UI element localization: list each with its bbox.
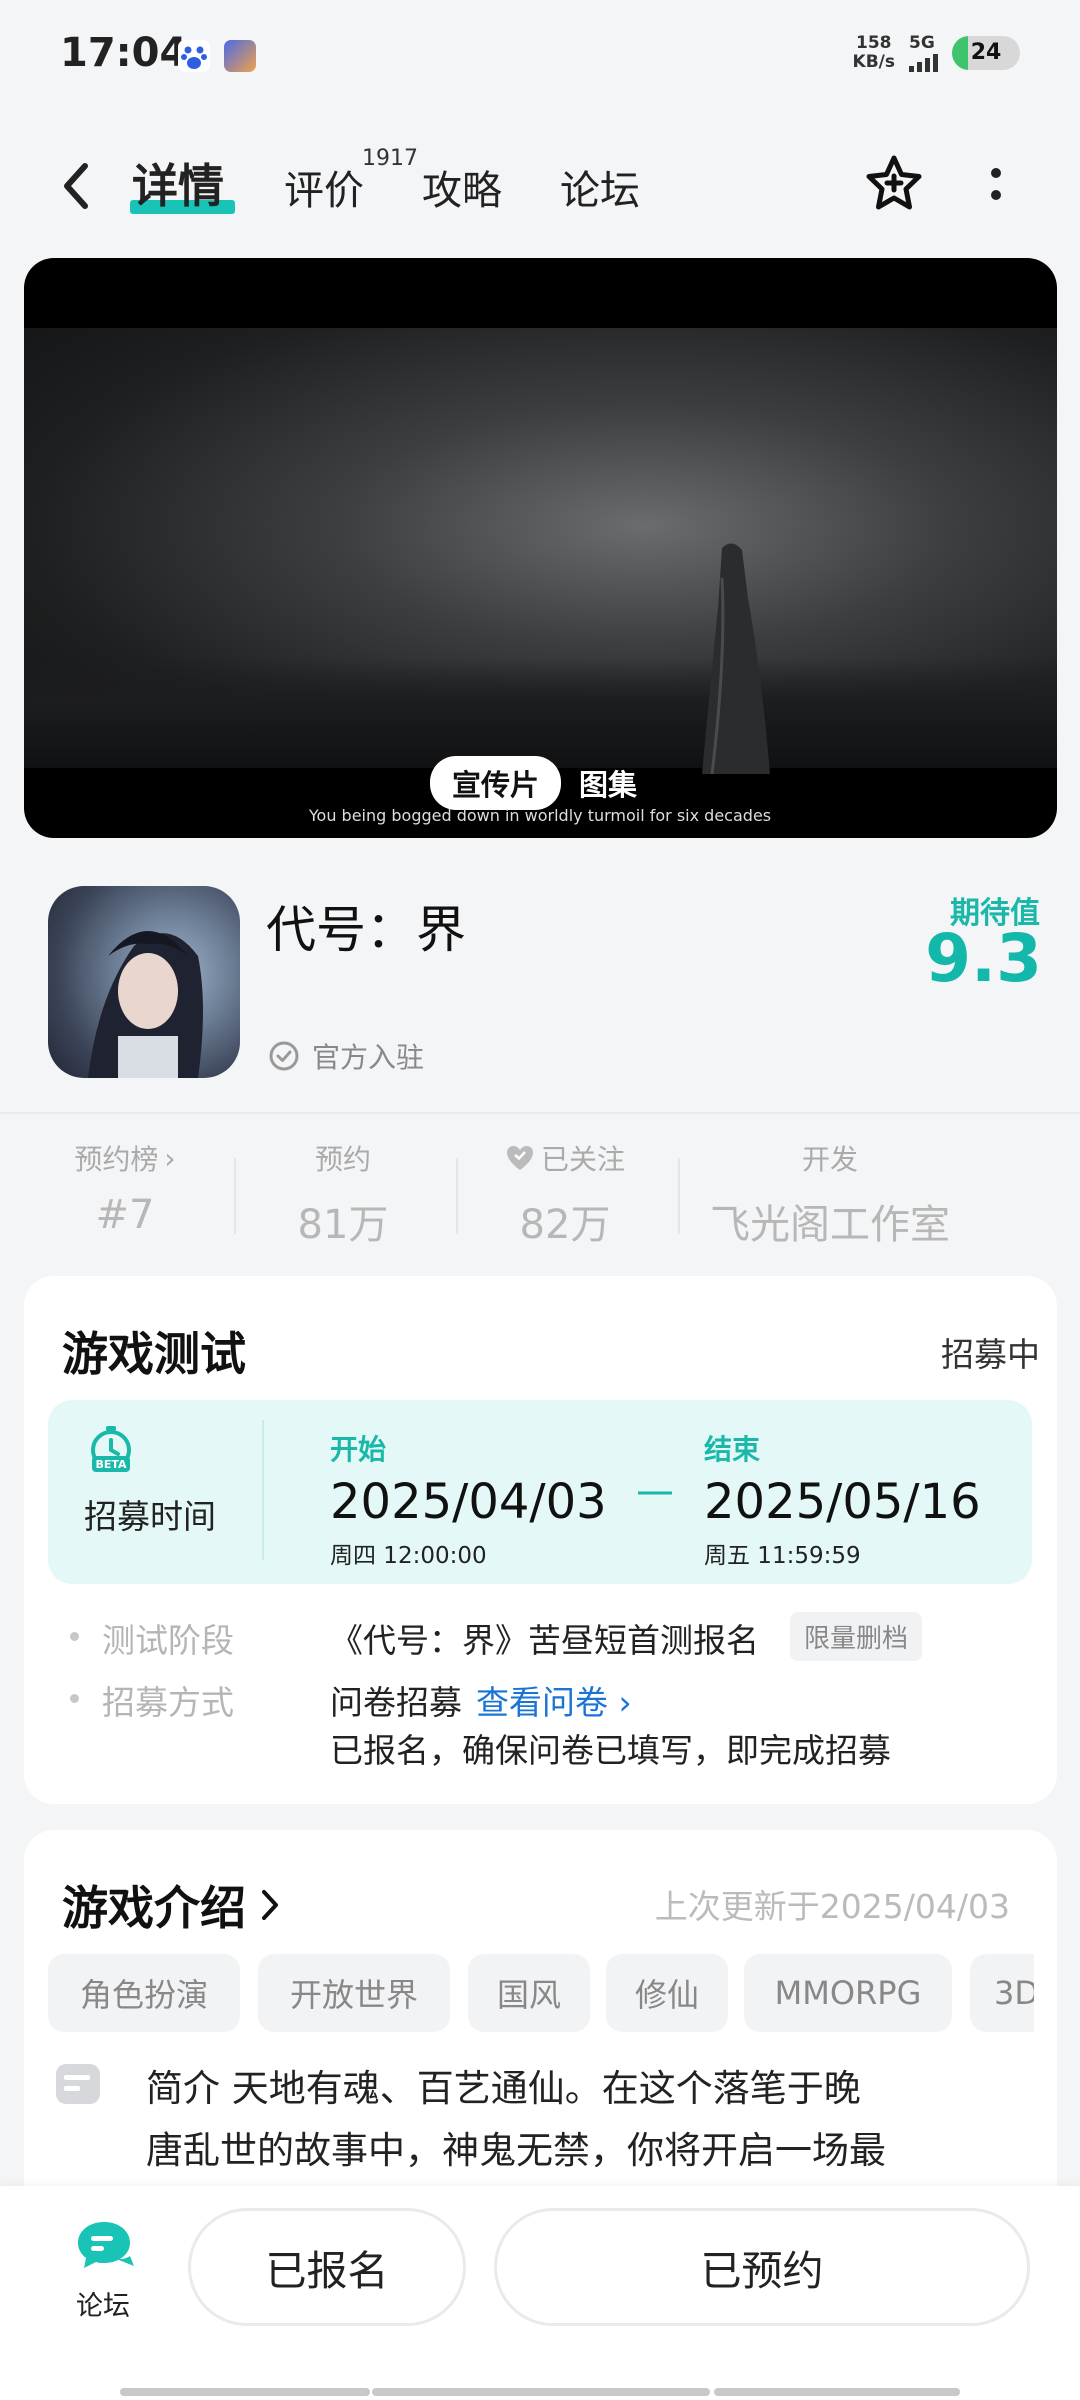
gallery-tab[interactable]: 图集: [579, 762, 637, 804]
stat-followers[interactable]: 已关注 82万: [480, 1138, 650, 1250]
tab-guides[interactable]: 攻略: [422, 158, 502, 216]
nav-indicator: [714, 2388, 960, 2396]
status-time: 17:04: [60, 30, 188, 76]
stat-separator: [234, 1158, 236, 1234]
view-questionnaire-link[interactable]: 查看问卷 ›: [476, 1676, 632, 1724]
game-icon: [48, 886, 240, 1078]
stat-separator: [678, 1158, 680, 1234]
media-toggle: 宣传片 图集: [430, 756, 637, 810]
intro-text-icon: [54, 2062, 102, 2106]
promo-video-player[interactable]: [24, 258, 1057, 838]
video-figure: [702, 543, 770, 775]
time-box-separator: [262, 1420, 264, 1560]
heart-icon: [506, 1146, 533, 1170]
recruit-time-label: 招募时间: [84, 1497, 216, 1536]
tag-chip[interactable]: 修仙: [606, 1954, 728, 2032]
stat-reservations: 预约 81万: [297, 1143, 389, 1248]
net-speed: 158 KB/s: [852, 33, 895, 72]
test-stage-tag: 限量删档: [790, 1612, 923, 1661]
chevron-right-icon: ›: [164, 1141, 176, 1175]
signal-icon: 5G: [909, 34, 938, 72]
recruit-method: 问卷招募 查看问卷 ›: [330, 1676, 632, 1724]
game-title: 代号：界: [266, 901, 466, 959]
tag-chip[interactable]: 角色扮演: [48, 1954, 240, 2032]
tag-chip[interactable]: 国风: [468, 1954, 590, 2032]
tag-chip[interactable]: MMORPG: [744, 1954, 952, 2032]
expectation-score: 9.3: [925, 920, 1042, 997]
nav-indicator: [120, 2388, 370, 2396]
back-button[interactable]: [55, 158, 99, 214]
game-app-icon: [224, 40, 256, 72]
intro-updated-date: 上次更新于2025/04/03: [654, 1887, 1010, 1926]
game-intro-title[interactable]: 游戏介绍: [62, 1872, 280, 1938]
favorite-star-button[interactable]: [862, 152, 926, 216]
tab-reviews[interactable]: 评价: [284, 158, 364, 216]
tag-chip[interactable]: 开放世界: [258, 1954, 450, 2032]
nav-indicator: [372, 2388, 710, 2396]
video-frame: [24, 328, 1057, 775]
recruit-method-value: 问卷招募: [330, 1683, 462, 1722]
recruit-note: 已报名，确保问卷已填写，即完成招募: [330, 1731, 891, 1770]
stat-reservation-rank[interactable]: 预约榜 › #7: [40, 1138, 210, 1239]
battery-icon: 24: [952, 36, 1020, 70]
game-test-title: 游戏测试: [62, 1327, 246, 1381]
stat-separator: [456, 1158, 458, 1234]
tab-details[interactable]: 详情: [132, 150, 224, 216]
tab-forum[interactable]: 论坛: [560, 158, 640, 216]
video-subtitle: You being bogged down in worldly turmoil…: [308, 806, 772, 825]
start-time: 开始 2025/04/03 周四 12:00:00: [330, 1433, 607, 1569]
signed-up-button[interactable]: 已报名: [188, 2208, 466, 2326]
recruit-status: 招募中: [941, 1335, 1040, 1374]
status-indicators: 158 KB/s 5G 24: [853, 34, 1020, 72]
chevron-right-icon: [262, 1890, 278, 1920]
stat-developer[interactable]: 开发 飞光阁工作室: [700, 1138, 960, 1250]
reviews-count-badge: 1917: [362, 146, 418, 171]
section-divider: [0, 1112, 1080, 1114]
test-stage-label: 测试阶段: [102, 1621, 234, 1660]
check-circle-icon: [269, 1041, 299, 1071]
tag-chip[interactable]: 3D: [970, 1954, 1034, 2032]
test-stage-value: 《代号：界》苦昼短首测报名: [330, 1621, 759, 1660]
more-options-button[interactable]: [988, 165, 1004, 205]
reserved-button[interactable]: 已预约: [494, 2208, 1030, 2326]
svg-text:BETA: BETA: [95, 1458, 127, 1471]
baidu-app-icon: [178, 40, 210, 72]
intro-description[interactable]: 简介 天地有魂、百艺通仙。在这个落笔于晚 唐乱世的故事中，神鬼无禁，你将开启一场…: [146, 2058, 1006, 2182]
end-time: 结束 2025/05/16 周五 11:59:59: [704, 1433, 981, 1569]
official-verified-label: 官方入驻: [268, 1036, 424, 1076]
forum-label[interactable]: 论坛: [76, 2284, 130, 2323]
bullet-dot: [70, 1694, 79, 1703]
bullet-dot: [70, 1632, 79, 1641]
recruit-method-label: 招募方式: [102, 1683, 234, 1722]
forum-chat-icon[interactable]: [74, 2218, 136, 2276]
arrow-right-icon: [638, 1491, 672, 1495]
promo-video-tab[interactable]: 宣传片: [430, 756, 562, 810]
tag-chip-clip: 3D: [970, 1954, 1034, 2032]
beta-clock-icon: BETA: [88, 1424, 134, 1474]
